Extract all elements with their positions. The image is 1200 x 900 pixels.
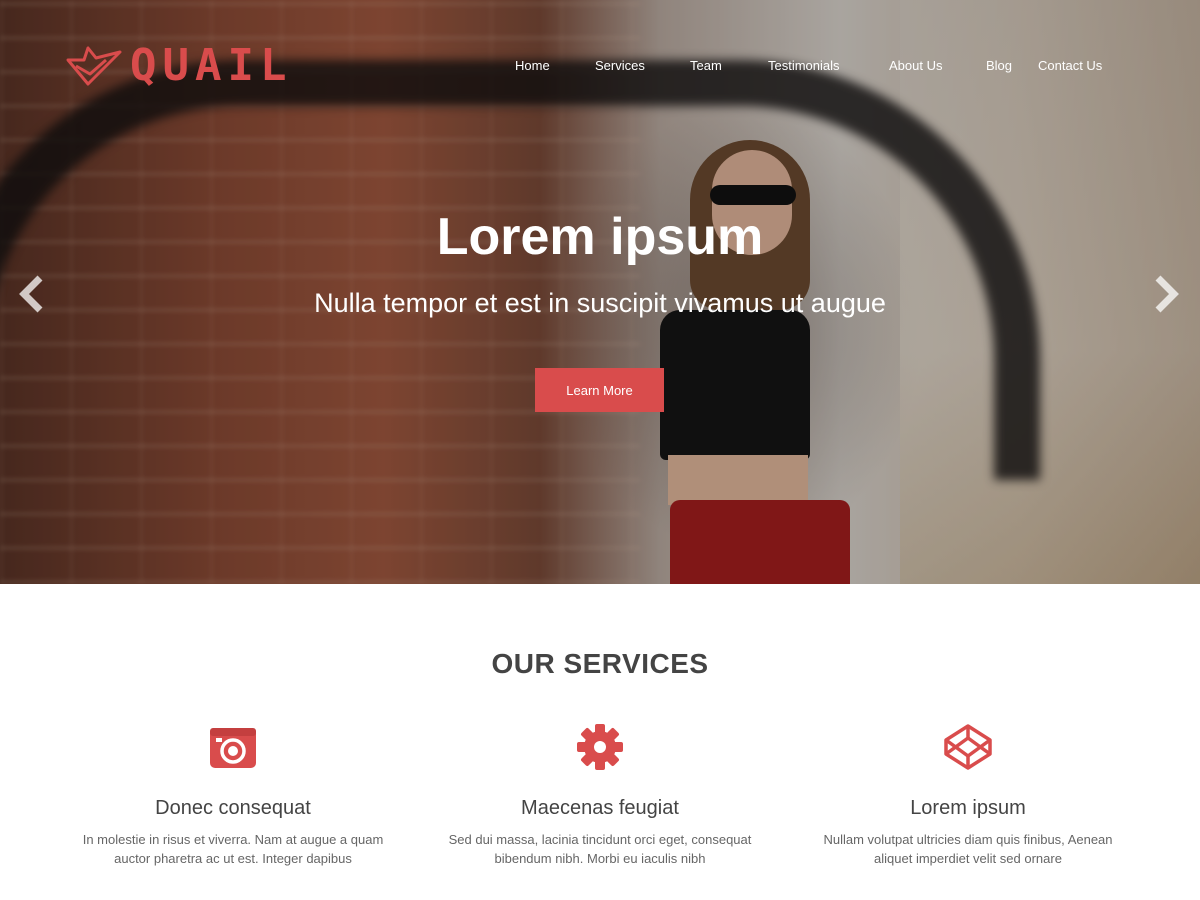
service-card: Lorem ipsum Nullam volutpat ultricies di… [788,724,1148,868]
gear-icon [577,724,623,770]
service-description: In molestie in risus et viverra. Nam at … [82,832,384,866]
nav-item-about-us[interactable]: About Us [889,57,942,75]
nav-item-home[interactable]: Home [515,57,550,75]
learn-more-button[interactable]: Learn More [535,368,664,412]
services-section: OUR SERVICES Donec consequat In molestie… [0,584,1200,900]
nav-item-contact-us[interactable]: Contact Us [1038,57,1102,75]
quail-bird-icon [66,46,122,86]
logo-text: QUAIL [130,40,293,91]
camera-icon [210,728,256,768]
service-title: Donec consequat [155,797,311,819]
nav-item-services[interactable]: Services [595,57,645,75]
service-card: Donec consequat In molestie in risus et … [53,724,413,868]
service-description: Nullam volutpat ultricies diam quis fini… [823,832,1113,866]
service-title: Maecenas feugiat [521,797,679,819]
services-title: OUR SERVICES [491,648,709,679]
service-description: Sed dui massa, lacinia tincidunt orci eg… [448,832,752,866]
site-logo[interactable]: QUAIL [66,44,292,88]
hero-subtitle: Nulla tempor et est in suscipit vivamus … [314,288,886,318]
nav-item-blog[interactable]: Blog [986,57,1012,75]
hero-title: Lorem ipsum [436,208,764,266]
codepen-icon [944,724,992,770]
nav-item-testimonials[interactable]: Testimonials [768,57,840,75]
nav-item-team[interactable]: Team [690,57,722,75]
service-title: Lorem ipsum [910,797,1026,819]
site-header: QUAIL Home Services Team Testimonials Ab… [0,0,1200,130]
service-card: Maecenas feugiat Sed dui massa, lacinia … [420,724,780,868]
hero-slider: QUAIL Home Services Team Testimonials Ab… [0,0,1200,584]
